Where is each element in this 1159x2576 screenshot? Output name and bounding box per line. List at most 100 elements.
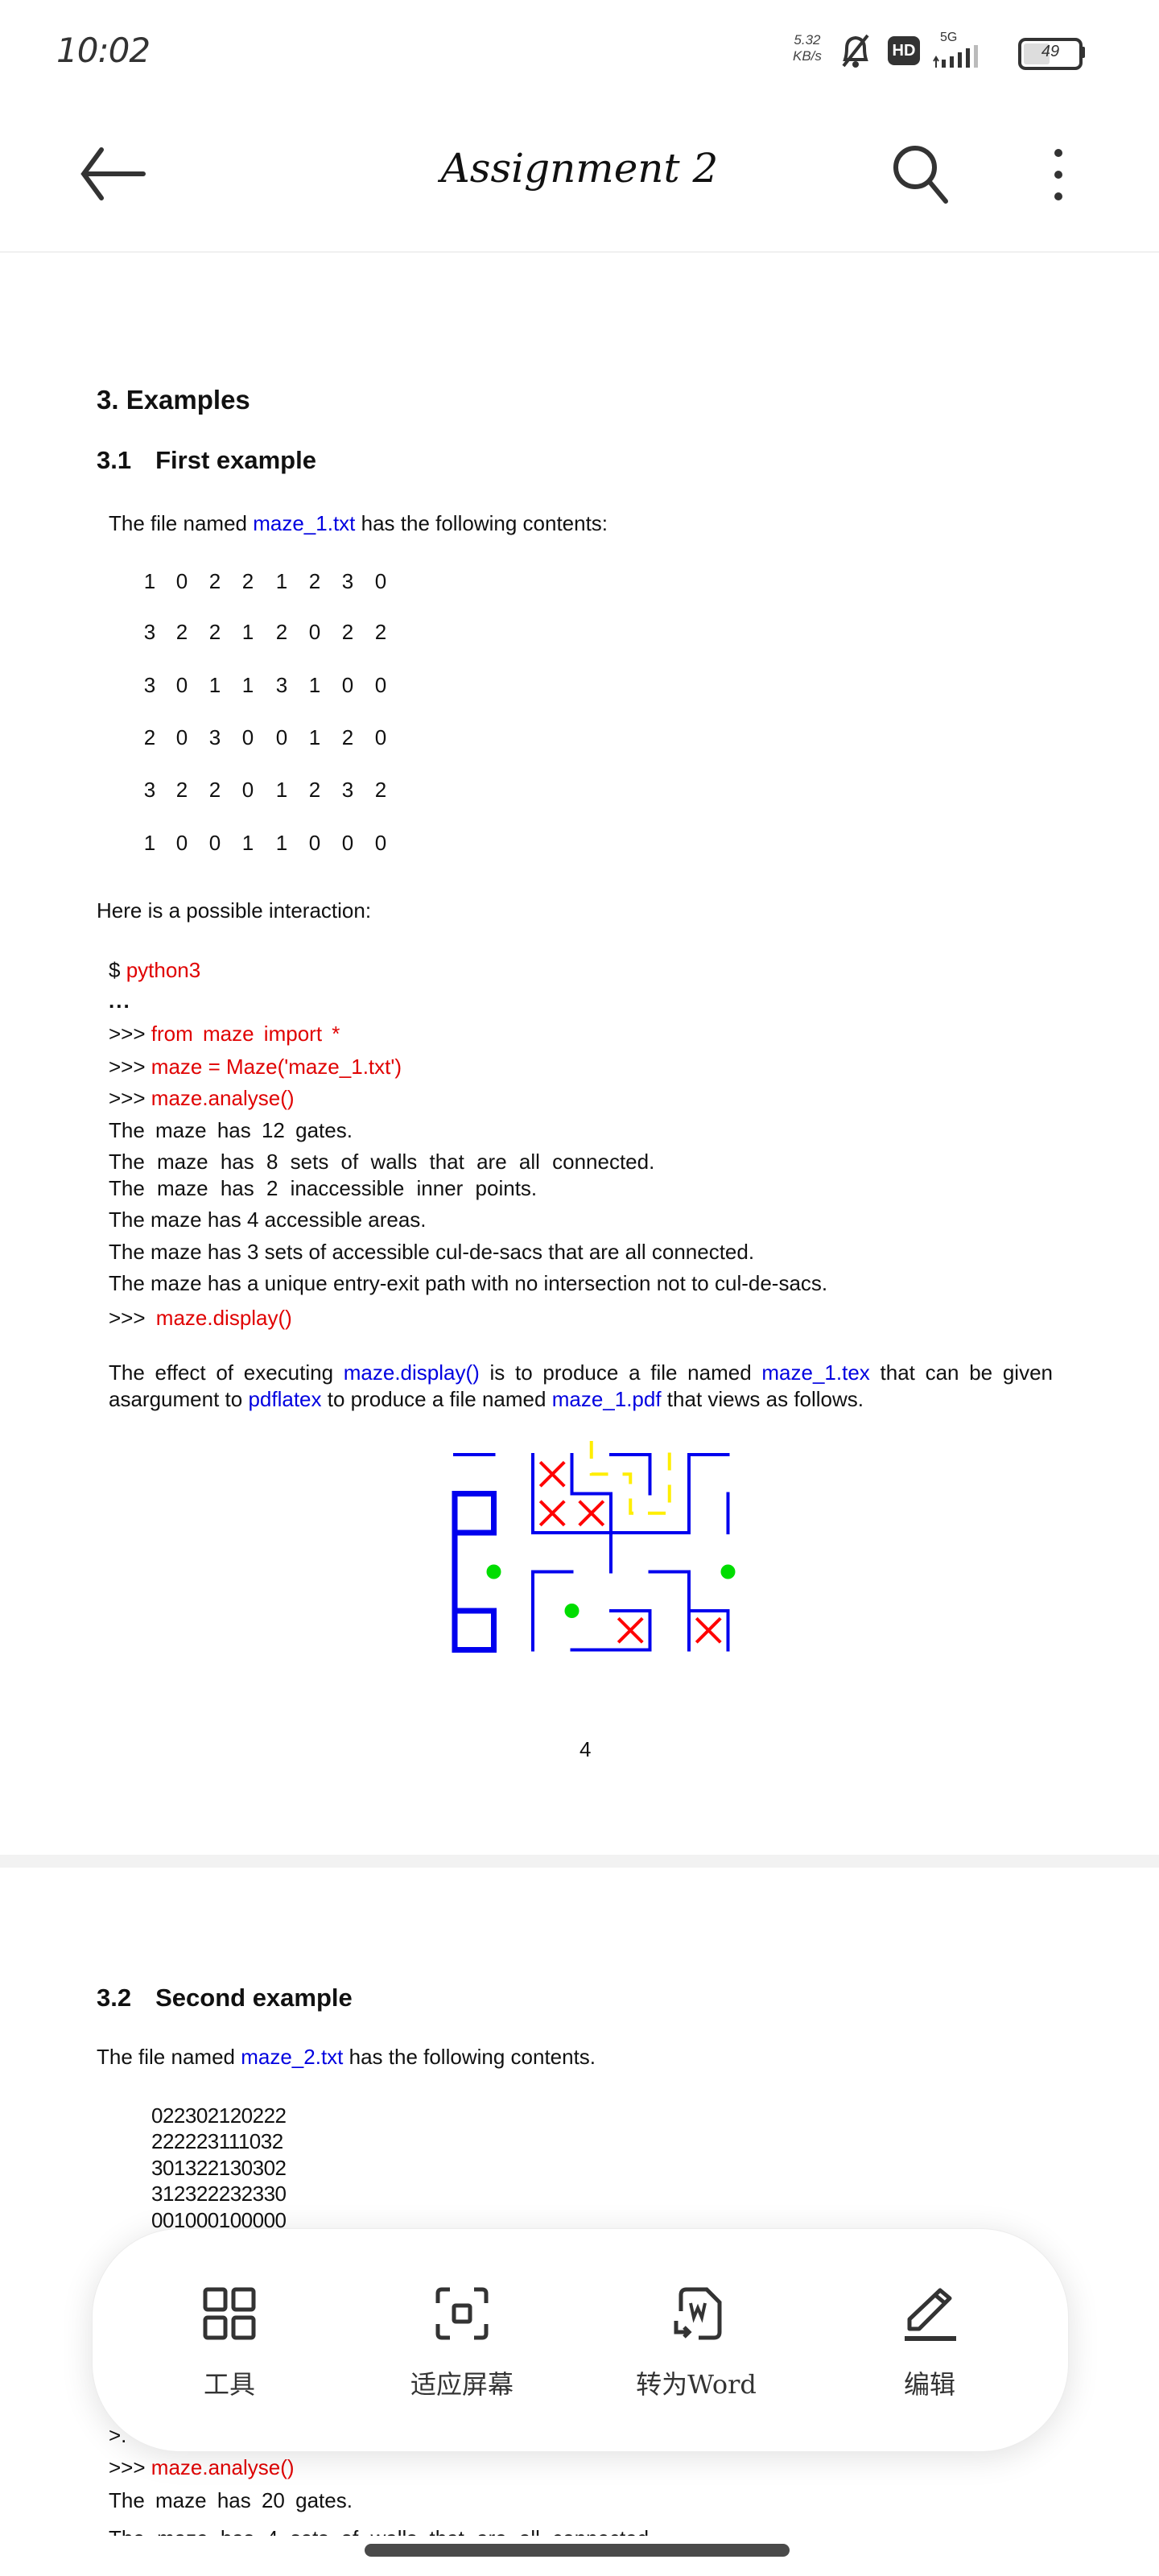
page-number: 4 — [580, 1737, 592, 1761]
output-line: The maze has a unique entry-exit path wi… — [109, 1271, 828, 1295]
maze1-cell: 2 — [374, 778, 387, 802]
tool-ref: pdflatex — [248, 1387, 322, 1411]
maze1-cell: 0 — [241, 725, 254, 749]
maze1-cell: 0 — [175, 831, 188, 855]
command: maze.analyse() — [151, 2455, 295, 2479]
output-line: The maze has 2 inaccessible inner points… — [109, 1176, 538, 1200]
text: The effect of executing — [109, 1360, 344, 1385]
bell-muted-icon — [842, 34, 869, 68]
document-title: Assignment 2 — [440, 145, 719, 192]
subsection-number: 3.2 — [97, 1984, 132, 2012]
file-link[interactable]: maze_1.txt — [253, 511, 355, 535]
maze1-cell: 0 — [175, 725, 188, 749]
command: from maze import * — [151, 1022, 340, 1046]
subsection-number: 3.1 — [97, 446, 132, 474]
effect-paragraph: The effect of executing maze.display() i… — [109, 1360, 1053, 1413]
subsection-heading-1: 3.1 First example — [97, 446, 316, 475]
grid-icon — [203, 2287, 256, 2340]
session-line: $ python3 — [109, 958, 200, 983]
output-line: The maze has 4 accessible areas. — [109, 1208, 427, 1232]
edit-button[interactable]: 编辑 — [825, 2229, 1034, 2451]
file-link[interactable]: maze_2.txt — [241, 2045, 343, 2069]
header-divider — [0, 251, 1159, 253]
maze1-cell: 1 — [308, 673, 321, 697]
net-speed-unit: KB/s — [793, 48, 822, 64]
tools-button[interactable]: 工具 — [125, 2229, 334, 2451]
maze1-cell: 1 — [275, 569, 288, 593]
battery-level: 49 — [1041, 43, 1060, 60]
command: maze.display() — [155, 1306, 292, 1330]
network-type: 5G — [940, 31, 958, 44]
maze1-cell: 3 — [341, 778, 354, 802]
bottom-toolbar: 工具 适应屏幕 转为Word 编辑 — [92, 2228, 1069, 2452]
maze1-cell: 0 — [308, 831, 321, 855]
maze1-cell: 2 — [374, 620, 387, 644]
maze1-cell: 0 — [374, 673, 387, 697]
output-line: The maze has 20 gates. — [109, 2488, 353, 2512]
maze1-cell: 1 — [143, 831, 156, 855]
battery-tip — [1081, 47, 1085, 58]
maze1-cell: 1 — [308, 725, 321, 749]
edit-label: 编辑 — [903, 2369, 955, 2400]
prompt: >>> — [109, 2455, 151, 2479]
maze1-cell: 3 — [143, 620, 156, 644]
text: that views as follows. — [661, 1387, 864, 1411]
maze1-cell: 0 — [241, 778, 254, 802]
session-ellipsis: ... — [109, 989, 131, 1013]
maze1-cell: 1 — [208, 673, 221, 697]
maze2-row: 312322232330 — [151, 2182, 287, 2206]
output-line: The maze has 12 gates. — [109, 1118, 353, 1142]
status-time: 10:02 — [56, 31, 151, 70]
maze1-cell: 0 — [341, 673, 354, 697]
maze1-cell: 2 — [175, 620, 188, 644]
output-line: The maze has 8 sets of walls that are al… — [109, 1150, 655, 1174]
code-ref: maze.display() — [343, 1360, 480, 1385]
maze1-cell: 2 — [341, 620, 354, 644]
hd-badge: HD — [888, 36, 920, 65]
pillar-dot — [486, 1564, 501, 1579]
convert-to-word-button[interactable]: 转为Word — [592, 2229, 801, 2451]
pillar-dot — [564, 1604, 580, 1618]
maze1-cell: 0 — [374, 569, 387, 593]
more-options-icon[interactable] — [1046, 145, 1070, 204]
home-indicator[interactable] — [365, 2544, 790, 2557]
interaction-intro: Here is a possible interaction: — [97, 898, 372, 923]
text: is to produce a file named — [479, 1360, 762, 1385]
session-line: >>> from maze import * — [109, 1022, 340, 1046]
battery-icon: 49 — [1018, 38, 1083, 70]
fit-screen-button[interactable]: 适应屏幕 — [357, 2229, 567, 2451]
maze1-cell: 2 — [308, 778, 321, 802]
signal-icon — [933, 45, 978, 68]
maze1-cell: 0 — [341, 831, 354, 855]
maze1-cell: 1 — [275, 831, 288, 855]
maze1-cell: 3 — [143, 778, 156, 802]
fit-screen-icon — [435, 2287, 489, 2340]
net-speed-value: 5.32 — [794, 32, 821, 47]
maze1-cell: 3 — [341, 569, 354, 593]
maze1-cell: 2 — [208, 569, 221, 593]
maze1-cell: 2 — [208, 778, 221, 802]
text: The file named — [109, 511, 254, 535]
maze1-cell: 1 — [275, 778, 288, 802]
session-line: >>> maze.analyse() — [109, 2455, 295, 2480]
maze2-row: 301322130302 — [151, 2156, 287, 2180]
prompt: $ — [109, 958, 126, 982]
cul-de-sac-cross — [578, 1500, 605, 1527]
prompt: >>> — [109, 1306, 151, 1330]
maze2-row: 022302120222 — [151, 2103, 287, 2128]
maze1-cell: 0 — [175, 673, 188, 697]
session-line: >>> maze.analyse() — [109, 1086, 295, 1111]
subsection-title: First example — [155, 446, 316, 474]
file-ref: maze_1.pdf — [551, 1387, 662, 1411]
maze1-cell: 0 — [374, 725, 387, 749]
page-separator — [0, 1855, 1159, 1868]
maze1-cell: 2 — [341, 725, 354, 749]
search-icon[interactable] — [889, 142, 954, 206]
maze1-cell: 0 — [374, 831, 387, 855]
maze1-cell: 1 — [143, 569, 156, 593]
cul-de-sac-cross — [695, 1616, 722, 1644]
cul-de-sac-cross — [617, 1616, 644, 1644]
maze1-cell: 2 — [208, 620, 221, 644]
pencil-icon — [905, 2288, 956, 2341]
maze-figure — [452, 1441, 736, 1653]
